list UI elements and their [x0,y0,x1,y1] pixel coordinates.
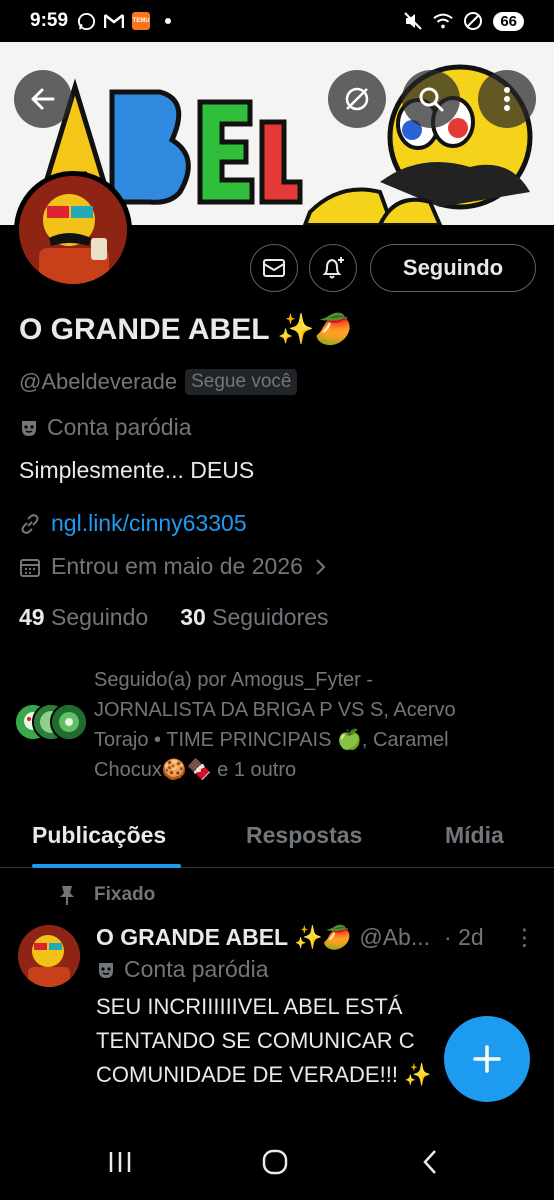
pin-icon [60,886,74,905]
dot-icon [158,11,178,31]
status-time: 9:59 [30,10,69,31]
back-icon [31,88,55,110]
handle-row: @Abeldeverade Segue você [19,369,298,395]
post-parody-label: Conta paródia [96,956,269,983]
post-more-icon[interactable]: ⋮ [513,924,536,951]
translate-icon [345,87,369,111]
profile-bio: Simplesmente... DEUS [19,457,255,483]
plus-icon [473,1045,501,1073]
followed-by-avatars [14,703,92,743]
calendar-icon [20,558,40,577]
followed-by-text: Seguido(a) por Amogus_Fyter - JORNALISTA… [94,669,456,781]
chevron-right-icon [316,558,326,575]
post-author-avatar[interactable] [18,925,80,987]
profile-link[interactable]: ngl.link/cinny63305 [51,510,247,537]
profile-handle: @Abeldeverade [19,369,178,394]
active-tab-indicator [32,864,181,868]
followed-by-row[interactable]: Seguido(a) por Amogus_Fyter - JORNALISTA… [14,665,494,785]
post-text[interactable]: SEU INCRIIIIIIVEL ABEL ESTÁ TENTANDO SE … [96,990,456,1092]
profile-avatar[interactable] [14,171,132,289]
avatar-image [19,176,127,284]
pinned-indicator: Fixado [58,884,155,906]
link-icon [21,513,39,534]
home-icon [262,1149,288,1175]
mask-icon [22,420,36,436]
joined-date: Entrou em maio de 2026 [51,553,303,579]
profile-display-name: O GRANDE ABEL ✨🥭 [19,313,353,346]
message-button[interactable] [250,244,298,292]
recent-apps-icon [109,1152,131,1172]
tab-respostas[interactable]: Respostas [246,822,362,849]
bell-plus-icon [322,257,344,279]
post-author-handle[interactable]: @Ab... [359,924,430,951]
joined-row[interactable]: Entrou em maio de 2026 [19,553,327,580]
recent-apps-button[interactable] [100,1142,140,1182]
envelope-icon [263,259,285,277]
post-time: · 2d [444,924,484,950]
search-button[interactable] [402,70,460,128]
search-icon [419,87,444,112]
profile-tabs: Publicações Respostas Mídia [0,806,554,868]
profile-link-row: ngl.link/cinny63305 [19,510,247,537]
followers-stat[interactable]: 30 Seguidores [180,604,328,631]
more-options-button[interactable] [478,70,536,128]
follower-avatar [50,703,88,741]
back-nav-icon [423,1150,436,1174]
post-avatar-image [18,925,80,987]
post-author-name[interactable]: O GRANDE ABEL ✨🥭 [96,924,351,951]
translate-button[interactable] [328,70,386,128]
parody-label-text: Conta paródia [47,414,192,440]
wifi-icon [433,11,454,31]
pinned-label: Fixado [94,884,156,905]
notify-button[interactable] [309,244,357,292]
following-button[interactable]: Seguindo [370,244,536,292]
post-parody-text: Conta paródia [124,956,269,982]
tab-midia[interactable]: Mídia [445,822,504,849]
more-vertical-icon [504,87,510,111]
tab-publicacoes[interactable]: Publicações [32,822,166,849]
mute-icon [403,11,423,31]
system-nav-bar [0,1122,554,1200]
following-stat[interactable]: 49 Seguindo [19,604,148,631]
gmail-icon [104,11,125,31]
status-bar: 9:59 TEMU 66 [0,0,554,42]
whatsapp-icon [76,11,96,31]
temu-icon: TEMU [132,12,151,30]
follow-stats: 49 Seguindo 30 Seguidores [19,604,329,631]
home-button[interactable] [255,1142,295,1182]
back-button[interactable] [14,70,72,128]
no-disturb-icon [463,11,483,31]
mask-icon [99,962,113,978]
battery-icon: 66 [493,11,524,31]
back-nav-button[interactable] [410,1142,450,1182]
parody-label: Conta paródia [19,414,192,441]
follows-you-badge: Segue você [185,369,298,395]
post-header: O GRANDE ABEL ✨🥭 @Ab... · 2d ⋮ [96,924,536,951]
compose-button[interactable] [444,1016,530,1102]
